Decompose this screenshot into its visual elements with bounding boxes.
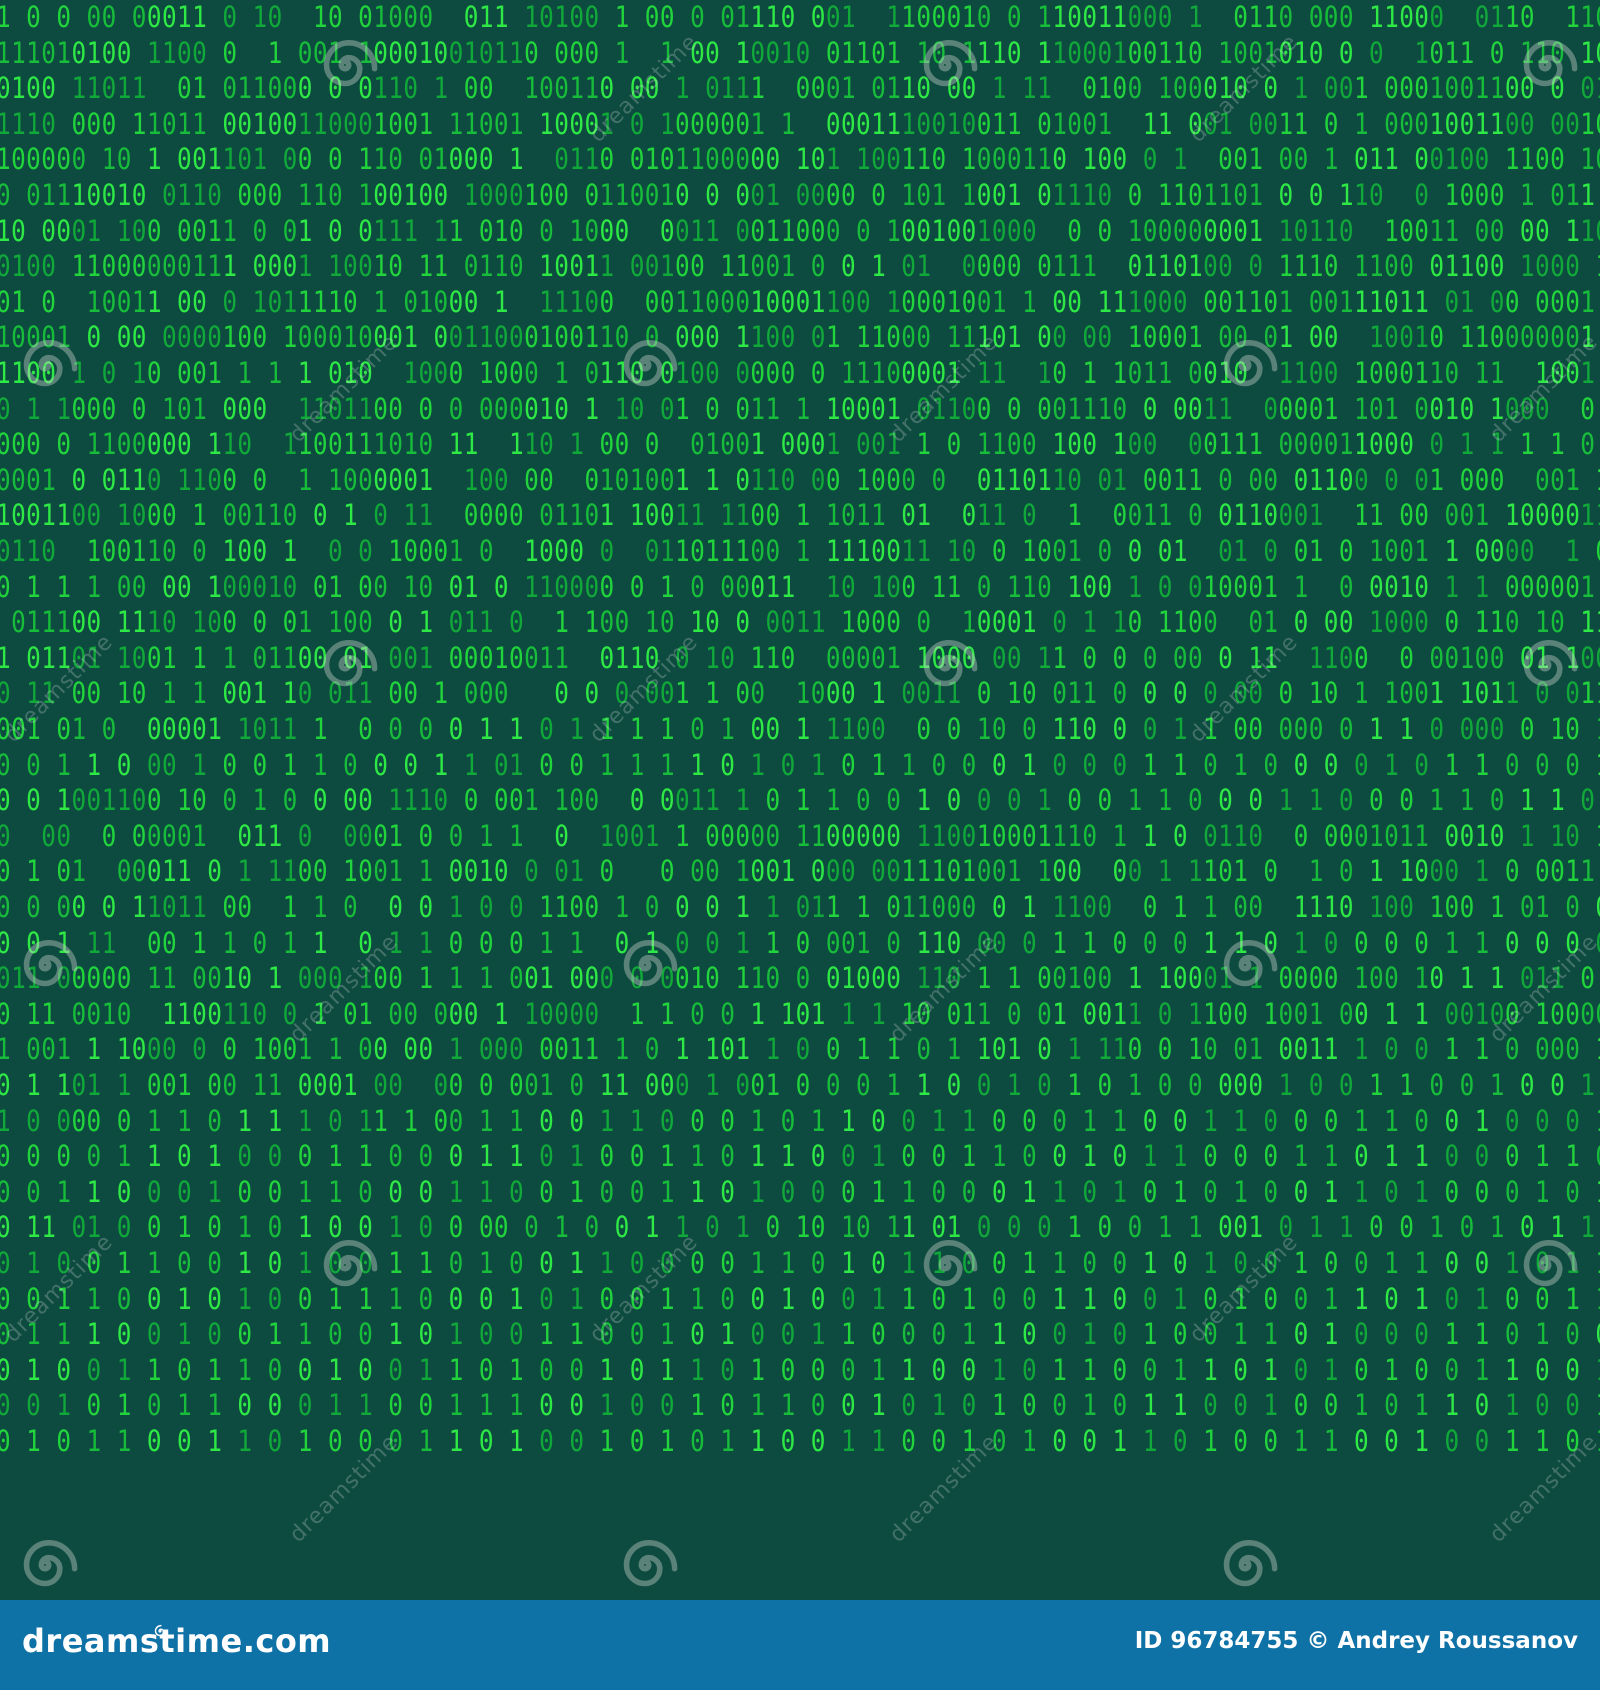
binary-row: 1001100 1000 1 00110 0 1 0 11 0000 01101… xyxy=(0,498,1600,533)
binary-row: 0 11 00 10 1 1 001 10 011 00 1 000 0 0 0… xyxy=(0,676,1600,711)
binary-row: 1 0 000 0 1 1 0 1 1 1 0 11 1 00 1 1 0 0 … xyxy=(0,1103,1600,1138)
binary-row: 0 0 00 0 11011 00 1 1 0 0 0 1 0 0 1100 1… xyxy=(0,890,1600,924)
binary-row: 01 0 10011 00 0 1011110 1 01000 1 11100 … xyxy=(0,284,1596,319)
binary-row: 0 0 0 0 1 1 0 1 0 0 0 1 1 0 0 0 1 1 0 1 … xyxy=(0,1139,1600,1174)
dreamstime-logo: dreamstime.com xyxy=(22,1622,332,1660)
binary-row: 0 00 0 00001 011 0 0001 0 0 1 1 0 1001 1… xyxy=(0,818,1600,853)
author-name: Andrey Roussanov xyxy=(1337,1628,1578,1654)
binary-row: 1 001 1 1000 0 0 1001 1 00 00 1 000 0011… xyxy=(0,1032,1600,1067)
binary-row: 111010100 1100 0 1 001 100010010110 000 … xyxy=(0,35,1600,70)
binary-row: 0 1 0 1 1 0 0 1 1 0 1 0 0 0 1 1 0 1 0 0 … xyxy=(0,1424,1600,1458)
dreamstime-spiral-icon xyxy=(154,1624,165,1637)
binary-row: 0001 0 0110 1100 0 1 1000001 100 00 0101… xyxy=(0,462,1600,497)
binary-row: 0 0 1 11 00 1 1 0 1 1 0 1 1 0 0 0 1 1 0 … xyxy=(0,925,1600,960)
binary-row: 100000 10 1 001101 00 0 110 01000 1 0110… xyxy=(0,142,1600,177)
binary-digit-field: 1 0 0 00 00011 0 10 10 01000 011 10100 1… xyxy=(0,0,1600,1600)
binary-row: 0 1 0 0 1 1 0 1 1 0 0 1 0 0 1 1 0 1 0 0 … xyxy=(0,1352,1600,1387)
binary-row: 0 11 0010 1100110 0 1 01 00 000 1 10000 … xyxy=(0,996,1600,1031)
binary-row: 0 0 1001100 10 0 1 0 0 00 1110 0 001 100… xyxy=(0,783,1596,818)
stock-photo-footer-bar: dreamstime.com ID 96784755 © Andrey Rous… xyxy=(0,1600,1600,1690)
binary-row: 1110 000 11011 00100110001001 11001 1000… xyxy=(0,106,1600,141)
binary-row: 0 1 1 1 00 00 100010 01 00 10 01 0 11000… xyxy=(0,569,1596,604)
binary-row: 0 1 0 0 1 1 0 0 1 0 1 0 0 1 1 0 1 0 0 1 … xyxy=(0,1246,1600,1280)
binary-row: 000 0 1100000 110 1100111010 11 110 1 00… xyxy=(0,427,1596,462)
binary-row: 0110 100110 0 100 1 0 0 10001 0 1000 0 0… xyxy=(0,534,1600,568)
binary-row: 10 0001 100 0011 0 01 0 0111 11 010 0 10… xyxy=(0,213,1600,248)
binary-row: 1100 1 0 10 001 1 1 1 010 1000 1000 1 01… xyxy=(0,356,1596,390)
binary-row: 1 01101 1001 1 1 01100 01 001 00010011 0… xyxy=(0,640,1600,675)
binary-row: 0 0 1 0 1 0 1 1 0 0 0 1 1 0 0 1 1 1 0 0 … xyxy=(0,1388,1600,1423)
binary-row: 0 1 1 1 0 0 1 0 0 1 1 0 0 1 0 1 0 0 1 1 … xyxy=(0,1317,1600,1352)
binary-row: 011100 1110 100 0 01 100 0 1 011 0 1 100… xyxy=(0,605,1600,640)
binary-row: 0 0 1 1 0 00 1 0 0 1 1 0 0 0 1 1 01 0 0 … xyxy=(0,747,1600,782)
binary-code-background: 1 0 0 00 00011 0 10 10 01000 011 10100 1… xyxy=(0,0,1600,1600)
copyright-symbol: © xyxy=(1306,1628,1330,1654)
binary-row: 0 1 101 1 001 00 11 0001 00 00 0 001 0 1… xyxy=(0,1068,1596,1102)
binary-row: 1 0 0 00 00011 0 10 10 01000 011 10100 1… xyxy=(0,0,1600,34)
binary-row: 0 0 1 1 0 0 1 0 1 0 0 1 1 1 0 0 0 1 0 1 … xyxy=(0,1281,1600,1316)
image-credit: ID 96784755 © Andrey Roussanov xyxy=(1135,1628,1578,1654)
binary-row: 011 00000 11 0010 1 000 100 1 1 1 001 00… xyxy=(0,961,1596,996)
binary-row: 001 01 0 00001 1011 1 0 0 0 0 1 1 0 1 1 … xyxy=(0,712,1600,746)
binary-row: 0 1 1000 0 101 000 1101100 0 0 000010 1 … xyxy=(0,391,1596,426)
binary-row: 0 01110010 0110 000 110 100100 1000100 0… xyxy=(0,178,1596,212)
binary-row: 0 1 01 00011 0 1 1100 1001 1 0010 0 01 0… xyxy=(0,854,1596,889)
binary-row: 0100 11011 01 011000 0 0110 1 00 100110 … xyxy=(0,71,1600,106)
binary-row: 10001 0 00 0000100 100010001 00110001001… xyxy=(0,320,1596,355)
binary-row: 0 0 1 1 0 0 0 1 0 0 1 1 0 0 0 1 1 0 0 1 … xyxy=(0,1174,1600,1209)
image-id: ID 96784755 xyxy=(1134,1628,1299,1654)
binary-row: 0100 11000000111 0001 10010 11 0110 1001… xyxy=(0,249,1600,284)
binary-row: 0 11 01 0 0 1 0 1 0 1 0 0 1 0 0 00 0 1 0… xyxy=(0,1210,1596,1245)
